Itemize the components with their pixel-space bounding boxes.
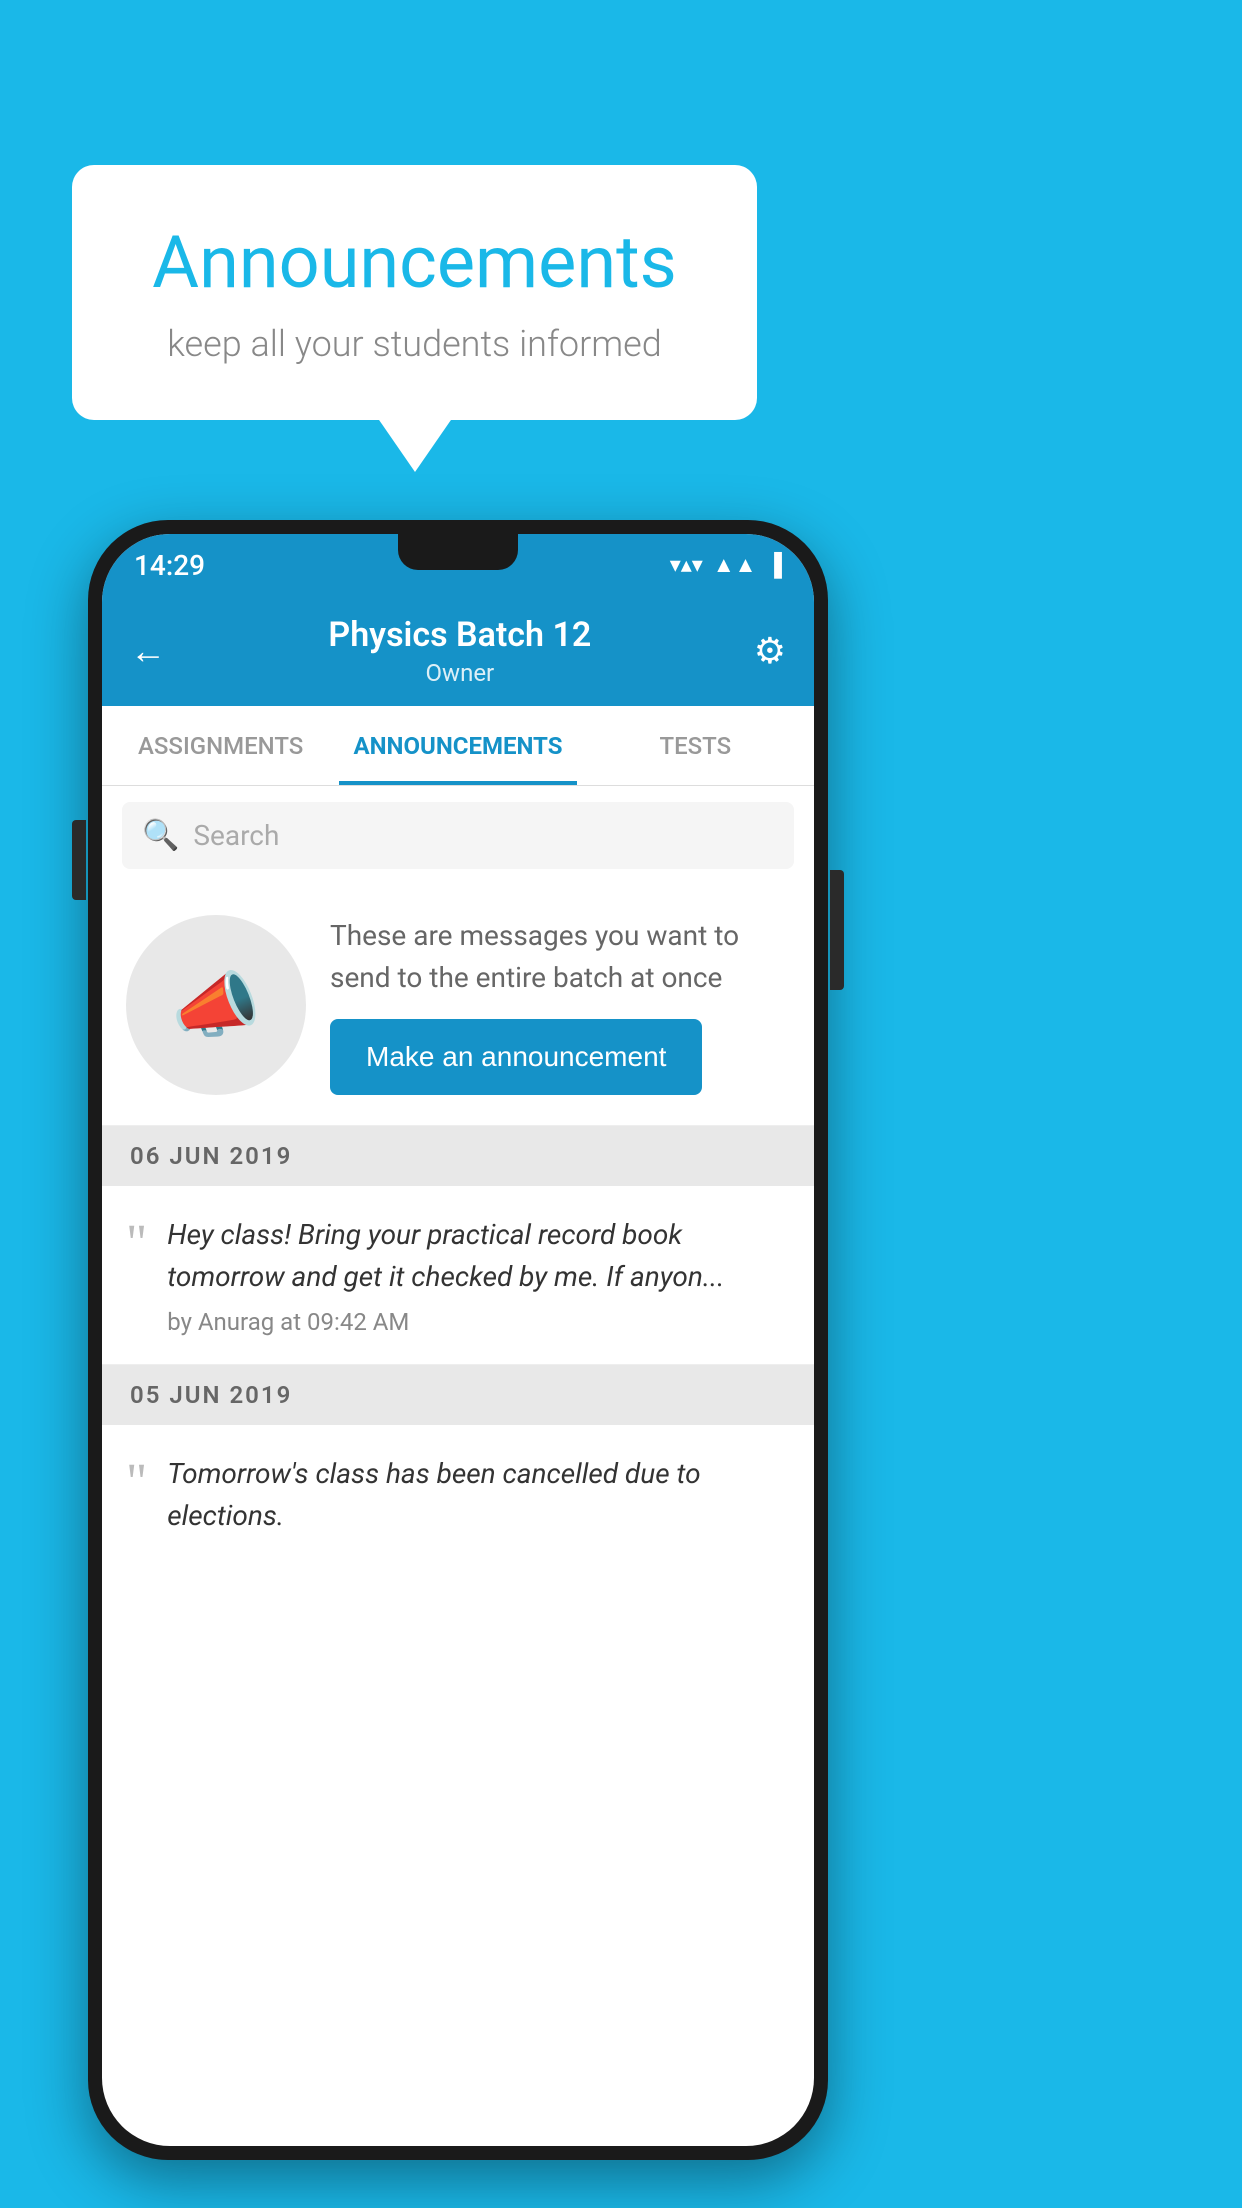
phone-notch — [398, 534, 518, 570]
quote-icon-2: " — [126, 1457, 147, 1509]
header-title: Physics Batch 12 — [328, 615, 591, 655]
megaphone-icon: 📣 — [171, 963, 261, 1048]
search-bar[interactable]: 🔍 Search — [122, 802, 794, 869]
announcement-item-1: " Hey class! Bring your practical record… — [102, 1186, 814, 1365]
announcement-item-2: " Tomorrow's class has been cancelled du… — [102, 1425, 814, 1575]
tab-assignments[interactable]: ASSIGNMENTS — [102, 706, 339, 785]
speech-bubble-area: Announcements keep all your students inf… — [72, 165, 757, 420]
quote-icon-1: " — [126, 1218, 147, 1270]
status-time: 14:29 — [134, 549, 205, 582]
announcement-content-2: Tomorrow's class has been cancelled due … — [167, 1453, 790, 1547]
header-subtitle: Owner — [328, 659, 591, 687]
phone-outer: 14:29 ▾▴▾ ▲▲ ▐ ← Physics Batch 12 Owner … — [88, 520, 828, 2160]
phone-mockup: 14:29 ▾▴▾ ▲▲ ▐ ← Physics Batch 12 Owner … — [88, 520, 828, 2160]
date-separator-2: 05 JUN 2019 — [102, 1365, 814, 1425]
tabs-container: ASSIGNMENTS ANNOUNCEMENTS TESTS — [102, 706, 814, 786]
wifi-icon: ▾▴▾ — [670, 553, 703, 578]
megaphone-circle: 📣 — [126, 915, 306, 1095]
date-separator-1: 06 JUN 2019 — [102, 1126, 814, 1186]
search-placeholder: Search — [193, 819, 279, 852]
search-icon: 🔍 — [142, 818, 179, 853]
search-container: 🔍 Search — [102, 786, 814, 885]
status-icons: ▾▴▾ ▲▲ ▐ — [670, 552, 782, 578]
bubble-title: Announcements — [132, 220, 697, 305]
app-header: ← Physics Batch 12 Owner ⚙ — [102, 596, 814, 706]
announcement-content-1: Hey class! Bring your practical record b… — [167, 1214, 790, 1336]
phone-screen: 14:29 ▾▴▾ ▲▲ ▐ ← Physics Batch 12 Owner … — [102, 534, 814, 2146]
gear-icon[interactable]: ⚙ — [754, 630, 786, 672]
bubble-subtitle: keep all your students informed — [132, 323, 697, 365]
promo-content: These are messages you want to send to t… — [330, 915, 790, 1095]
announcement-text-1: Hey class! Bring your practical record b… — [167, 1214, 790, 1298]
back-button[interactable]: ← — [130, 630, 166, 672]
tab-announcements[interactable]: ANNOUNCEMENTS — [339, 706, 576, 785]
announcement-author-1: by Anurag at 09:42 AM — [167, 1308, 790, 1336]
make-announcement-button[interactable]: Make an announcement — [330, 1019, 702, 1095]
announcement-text-2: Tomorrow's class has been cancelled due … — [167, 1453, 790, 1537]
header-center: Physics Batch 12 Owner — [328, 615, 591, 687]
speech-bubble: Announcements keep all your students inf… — [72, 165, 757, 420]
promo-area: 📣 These are messages you want to send to… — [102, 885, 814, 1126]
battery-icon: ▐ — [766, 552, 782, 578]
signal-icon: ▲▲ — [713, 552, 757, 578]
promo-description: These are messages you want to send to t… — [330, 915, 790, 999]
tab-tests[interactable]: TESTS — [577, 706, 814, 785]
